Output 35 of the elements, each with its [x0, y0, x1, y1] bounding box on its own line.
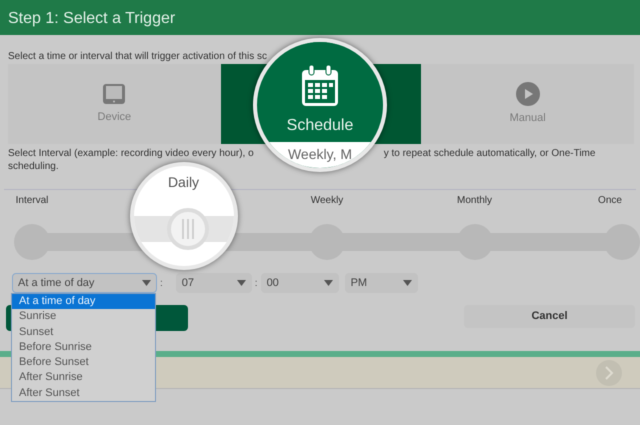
separator-text: : [254, 276, 258, 290]
slider-label: Monthly [457, 194, 492, 208]
play-icon [516, 82, 540, 106]
caret-icon [402, 280, 412, 286]
dropdown-option[interactable]: After Sunrise [12, 370, 155, 386]
dropdown-option[interactable]: Sunset [12, 324, 155, 340]
page-title: Step 1: Select a Trigger [8, 10, 176, 27]
slider-thumb[interactable] [166, 208, 208, 250]
dropdown-option[interactable]: Before Sunset [12, 355, 155, 370]
time-select[interactable]: 07 [176, 273, 252, 293]
instruction-text: y to repeat schedule automatically, or One-Time [384, 148, 596, 159]
tablet-icon [102, 82, 126, 105]
instruction-text: Select a time or interval that will trigger activation of this sc [8, 50, 268, 64]
time-select[interactable]: At a time of day [12, 273, 157, 293]
dropdown-option[interactable]: After Sunset [12, 386, 155, 402]
caret-icon [236, 280, 246, 286]
trigger-tile[interactable]: Device [8, 64, 221, 144]
instruction-text: scheduling. [8, 161, 59, 172]
cancel-button[interactable]: Cancel [464, 305, 635, 328]
slider-label: Once [598, 194, 622, 208]
instruction-text: Select Interval (example: recording video every hour), o [8, 148, 254, 159]
time-select[interactable]: 00 [260, 273, 339, 293]
caret-icon [324, 280, 333, 286]
dropdown-option[interactable]: Before Sunrise [12, 340, 155, 356]
dropdown-option[interactable]: At a time of day [12, 294, 155, 310]
separator-text: : [160, 276, 163, 290]
trigger-tile[interactable]: Manual [421, 64, 634, 144]
calendar-icon [300, 64, 340, 108]
slider-label: Daily [166, 173, 200, 192]
time-select[interactable]: PM [344, 273, 418, 293]
slider-label: Weekly [310, 194, 344, 208]
tile-label: Schedule [286, 116, 354, 136]
caret-icon [142, 280, 151, 286]
dropdown-option[interactable]: Sunrise [12, 309, 155, 325]
slider-label: Interval [16, 194, 48, 208]
